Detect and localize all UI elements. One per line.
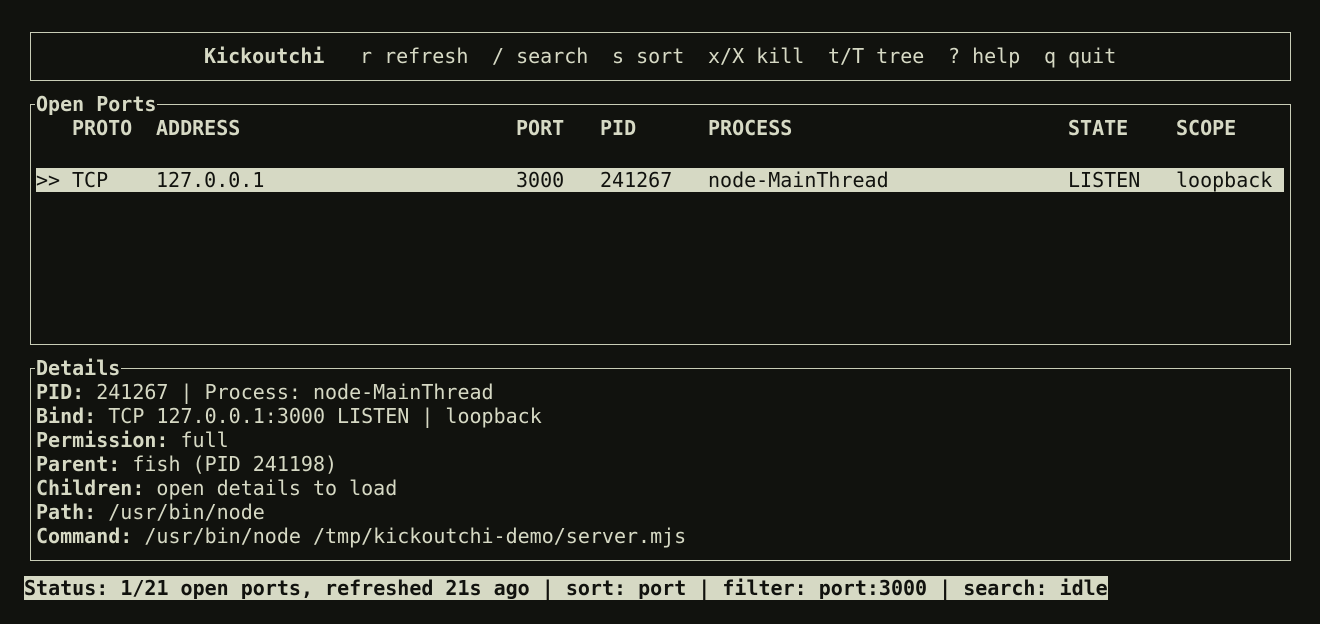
column-header-process[interactable]: PROCESS bbox=[708, 116, 792, 140]
detail-command: Command: /usr/bin/node /tmp/kickoutchi-d… bbox=[36, 524, 686, 548]
app-title: Kickoutchi bbox=[204, 44, 325, 68]
cell-port: 3000 bbox=[516, 168, 565, 192]
detail-label: Bind: bbox=[36, 404, 97, 428]
column-header-scope[interactable]: SCOPE bbox=[1176, 116, 1236, 140]
cell-scope: loopback bbox=[1176, 168, 1273, 192]
cell-pid: 241267 bbox=[600, 168, 673, 192]
shortcut-key: t/T bbox=[828, 44, 865, 68]
detail-value: /usr/bin/node bbox=[96, 500, 265, 524]
open-ports-title: Open Ports bbox=[35, 92, 158, 116]
detail-value: full bbox=[168, 428, 229, 452]
detail-label: Children: bbox=[36, 476, 145, 500]
shortcut-label: kill bbox=[756, 44, 805, 68]
shortcut-label: sort bbox=[636, 44, 685, 68]
row-selection-marker: >> bbox=[36, 168, 61, 192]
detail-label: Command: bbox=[36, 524, 133, 548]
shortcut-refresh[interactable]: r refresh bbox=[360, 44, 468, 68]
detail-label: Path: bbox=[36, 500, 97, 524]
shortcut-sort[interactable]: s sort bbox=[612, 44, 684, 68]
cell-process: node-MainThread bbox=[708, 168, 889, 192]
shortcut-label: search bbox=[516, 44, 589, 68]
cell-state: LISTEN bbox=[1068, 168, 1141, 192]
shortcut-key: s bbox=[612, 44, 625, 68]
detail-label: Parent: bbox=[36, 452, 121, 476]
shortcut-label: help bbox=[972, 44, 1021, 68]
shortcut-key: ? bbox=[948, 44, 961, 68]
detail-path: Path: /usr/bin/node bbox=[36, 500, 265, 524]
shortcut-key: r bbox=[360, 44, 373, 68]
column-header-proto[interactable]: PROTO bbox=[72, 116, 132, 140]
detail-value: open details to load bbox=[144, 476, 398, 500]
details-title: Details bbox=[35, 356, 122, 380]
shortcut-search[interactable]: / search bbox=[492, 44, 588, 68]
shortcut-help[interactable]: ? help bbox=[948, 44, 1020, 68]
shortcut-label: quit bbox=[1068, 44, 1117, 68]
detail-label: PID: bbox=[36, 380, 85, 404]
shortcut-quit[interactable]: q quit bbox=[1044, 44, 1116, 68]
detail-parent: Parent: fish (PID 241198) bbox=[36, 452, 337, 476]
column-header-state[interactable]: STATE bbox=[1068, 116, 1128, 140]
column-header-pid[interactable]: PID bbox=[600, 116, 636, 140]
shortcut-key: x/X bbox=[708, 44, 745, 68]
detail-value: TCP 127.0.0.1:3000 LISTEN | loopback bbox=[96, 404, 542, 428]
detail-value: 241267 | Process: node-MainThread bbox=[84, 380, 494, 404]
cell-proto: TCP bbox=[72, 168, 109, 192]
cell-address: 127.0.0.1 bbox=[156, 168, 265, 192]
column-header-address[interactable]: ADDRESS bbox=[156, 116, 240, 140]
open-ports-panel bbox=[30, 104, 1291, 345]
status-bar: Status: 1/21 open ports, refreshed 21s a… bbox=[24, 576, 1108, 600]
detail-bind: Bind: TCP 127.0.0.1:3000 LISTEN | loopba… bbox=[36, 404, 542, 428]
shortcut-key: / bbox=[492, 44, 505, 68]
shortcut-kill[interactable]: x/X kill bbox=[708, 44, 804, 68]
shortcut-key: q bbox=[1044, 44, 1057, 68]
detail-permission: Permission: full bbox=[36, 428, 229, 452]
table-row[interactable]: >> TCP 127.0.0.1 3000 241267 node-MainTh… bbox=[36, 168, 1284, 192]
detail-pid: PID: 241267 | Process: node-MainThread bbox=[36, 380, 494, 404]
shortcut-tree[interactable]: t/T tree bbox=[828, 44, 924, 68]
detail-value: /usr/bin/node /tmp/kickoutchi-demo/serve… bbox=[132, 524, 687, 548]
shortcut-label: refresh bbox=[384, 44, 469, 68]
detail-label: Permission: bbox=[36, 428, 169, 452]
detail-children[interactable]: Children: open details to load bbox=[36, 476, 397, 500]
shortcut-label: tree bbox=[876, 44, 925, 68]
detail-value: fish (PID 241198) bbox=[120, 452, 338, 476]
column-header-port[interactable]: PORT bbox=[516, 116, 564, 140]
